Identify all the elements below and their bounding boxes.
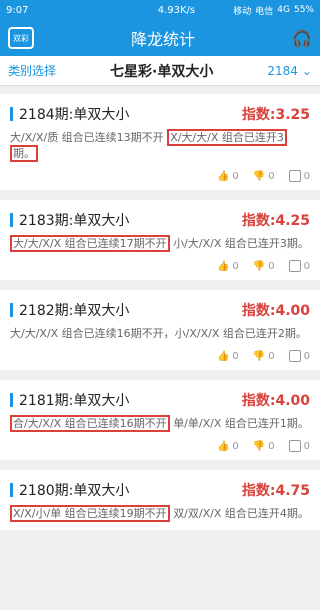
card-list: 2184期:单双大小 指数:3.25 大/X/X/质 组合已连续13期不开 X/… xyxy=(0,94,320,530)
card-title: 2183期:单双大小 xyxy=(19,213,130,229)
list-item[interactable]: 2181期:单双大小 指数:4.00 合/大/X/X 组合已连续16期不开 单/… xyxy=(0,380,320,460)
page-title: 降龙统计 xyxy=(131,30,196,49)
card-index: 指数:4.00 xyxy=(241,393,310,409)
thumbs-down-icon: 👎 xyxy=(252,260,266,272)
thumbs-up-icon: 👍 xyxy=(216,260,230,272)
issue-select[interactable]: 2184 ⌄ xyxy=(267,64,312,78)
desc-part-highlight: 期。 xyxy=(10,145,38,162)
card-title: 2184期:单双大小 xyxy=(19,107,130,123)
accent-bar xyxy=(10,483,13,497)
list-item[interactable]: 2183期:单双大小 指数:4.25 大/大/X/X 组合已连续17期不开 小/… xyxy=(0,200,320,280)
like-button[interactable]: 👍 0 xyxy=(217,260,239,272)
thumbs-up-icon: 👍 xyxy=(216,440,230,452)
comment-icon xyxy=(288,350,301,362)
comment-button[interactable]: 0 xyxy=(288,170,310,182)
thumbs-up-icon: 👍 xyxy=(216,350,230,362)
logo-icon[interactable]: 双彩 xyxy=(8,27,34,49)
thumbs-down-icon: 👎 xyxy=(252,350,266,362)
card-desc: 大/X/X/质 组合已连续13期不开 X/大/大/X 组合已连开3 期。 xyxy=(10,129,310,162)
comment-icon xyxy=(288,170,301,182)
desc-part: 大/X/X/质 组合已连续13期不开 xyxy=(10,131,164,144)
status-bar: 9:07 4.93K/s 移动 电信 4G 55% xyxy=(0,0,320,20)
accent-bar xyxy=(10,393,13,407)
app-header: 双彩 降龙统计 🎧 xyxy=(0,20,320,56)
category-select[interactable]: 类别选择 xyxy=(8,62,56,79)
desc-part-highlight: 大/大/X/X 组合已连续17期不开 xyxy=(10,235,170,252)
card-desc: X/X/小/单 组合已连续19期不开 双/双/X/X 组合已连开4期。 xyxy=(10,505,310,522)
status-battery: 55% xyxy=(293,5,314,15)
desc-part-highlight: X/大/大/X 组合已连开3 xyxy=(167,129,287,146)
like-button[interactable]: 👍 0 xyxy=(217,170,239,182)
accent-bar xyxy=(10,213,13,227)
like-button[interactable]: 👍 0 xyxy=(217,350,239,362)
desc-part: 小/大/X/X 组合已连开3期。 xyxy=(173,237,309,250)
status-carrier2: 电信 xyxy=(255,6,274,17)
comment-icon xyxy=(288,260,301,272)
dislike-button[interactable]: 👎 0 xyxy=(253,260,275,272)
desc-part-highlight: X/X/小/单 组合已连续19期不开 xyxy=(10,505,170,522)
dislike-button[interactable]: 👎 0 xyxy=(253,350,275,362)
card-desc: 合/大/X/X 组合已连续16期不开 单/单/X/X 组合已连开1期。 xyxy=(10,415,310,432)
list-item[interactable]: 2180期:单双大小 指数:4.75 X/X/小/单 组合已连续19期不开 双/… xyxy=(0,470,320,530)
category-title: 七星彩·单双大小 xyxy=(110,63,214,80)
desc-part: 单/单/X/X 组合已连开1期。 xyxy=(173,417,309,430)
dislike-button[interactable]: 👎 0 xyxy=(253,170,275,182)
headset-icon[interactable]: 🎧 xyxy=(292,29,312,48)
card-desc: 大/大/X/X 组合已连续17期不开 小/大/X/X 组合已连开3期。 xyxy=(10,235,310,252)
status-time: 9:07 xyxy=(6,4,29,16)
thumbs-down-icon: 👎 xyxy=(252,440,266,452)
thumbs-up-icon: 👍 xyxy=(216,170,230,182)
comment-button[interactable]: 0 xyxy=(288,440,310,452)
card-index: 指数:4.75 xyxy=(241,483,310,499)
card-desc: 大/大/X/X 组合已连续16期不开，小/X/X/X 组合已连开2期。 xyxy=(10,326,310,342)
chevron-down-icon: ⌄ xyxy=(301,63,312,78)
thumbs-down-icon: 👎 xyxy=(252,170,266,182)
desc-part: 大/大/X/X 组合已连续16期不开，小/X/X/X 组合已连开2期。 xyxy=(10,327,307,340)
desc-part: 双/双/X/X 组合已连开4期。 xyxy=(173,507,309,520)
list-item[interactable]: 2182期:单双大小 指数:4.00 大/大/X/X 组合已连续16期不开，小/… xyxy=(0,290,320,370)
dislike-button[interactable]: 👎 0 xyxy=(253,440,275,452)
status-net2: 4G xyxy=(277,5,290,15)
like-button[interactable]: 👍 0 xyxy=(217,440,239,452)
card-index: 指数:3.25 xyxy=(241,107,310,123)
card-index: 指数:4.00 xyxy=(241,303,310,319)
comment-icon xyxy=(288,440,301,452)
status-carrier1: 移动 xyxy=(233,6,252,17)
card-index: 指数:4.25 xyxy=(241,213,310,229)
comment-button[interactable]: 0 xyxy=(288,260,310,272)
list-item[interactable]: 2184期:单双大小 指数:3.25 大/X/X/质 组合已连续13期不开 X/… xyxy=(0,94,320,190)
accent-bar xyxy=(10,107,13,121)
card-title: 2182期:单双大小 xyxy=(19,303,130,319)
desc-part-highlight: 合/大/X/X 组合已连续16期不开 xyxy=(10,415,170,432)
subheader: 类别选择 七星彩·单双大小 2184 ⌄ xyxy=(0,56,320,86)
status-network: 4.93K/s xyxy=(157,4,196,16)
card-title: 2181期:单双大小 xyxy=(19,393,130,409)
comment-button[interactable]: 0 xyxy=(288,350,310,362)
card-title: 2180期:单双大小 xyxy=(19,483,130,499)
accent-bar xyxy=(10,303,13,317)
